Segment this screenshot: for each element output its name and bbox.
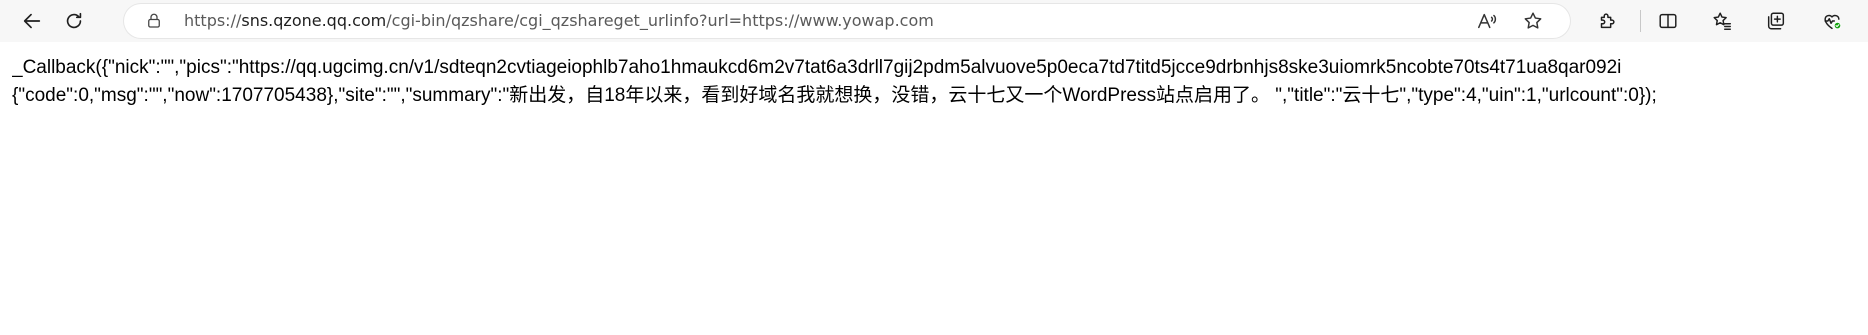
address-bar[interactable]: https://sns.qzone.qq.com/cgi-bin/qzshare… <box>124 4 1570 38</box>
browser-toolbar: https://sns.qzone.qq.com/cgi-bin/qzshare… <box>0 0 1868 42</box>
refresh-button[interactable] <box>56 3 92 39</box>
collections-button[interactable] <box>1758 3 1794 39</box>
puzzle-icon <box>1600 13 1615 29</box>
page-body: _Callback({"nick":"","pics":"https://qq.… <box>12 54 1868 110</box>
read-aloud-button[interactable] <box>1474 8 1500 34</box>
split-screen-button[interactable] <box>1650 3 1686 39</box>
url-host: sns.qzone.qq.com <box>241 11 387 30</box>
back-button[interactable] <box>14 3 50 39</box>
favorite-button[interactable] <box>1520 8 1546 34</box>
url-prefix: https:// <box>184 11 242 30</box>
collections-icon <box>1767 12 1785 30</box>
refresh-icon <box>66 12 82 29</box>
split-screen-icon <box>1659 13 1677 29</box>
browser-essentials-icon <box>1824 14 1842 30</box>
extensions-button[interactable] <box>1589 3 1625 39</box>
favorites-list-icon <box>1713 12 1731 30</box>
favorites-button[interactable] <box>1704 3 1740 39</box>
response-line-1: _Callback({"nick":"","pics":"https://qq.… <box>12 57 1622 78</box>
read-aloud-icon <box>1478 13 1497 29</box>
star-icon <box>1524 12 1542 29</box>
url-text[interactable]: https://sns.qzone.qq.com/cgi-bin/qzshare… <box>184 4 934 38</box>
response-line-2: {"code":0,"msg":"","now":1707705438},"si… <box>12 85 1657 106</box>
url-path: /cgi-bin/qzshare/cgi_qzshareget_urlinfo?… <box>386 11 934 30</box>
back-arrow-icon <box>23 13 41 29</box>
lock-icon[interactable] <box>144 11 164 31</box>
toolbar-divider <box>1640 10 1641 32</box>
browser-essentials-button[interactable] <box>1814 3 1850 39</box>
